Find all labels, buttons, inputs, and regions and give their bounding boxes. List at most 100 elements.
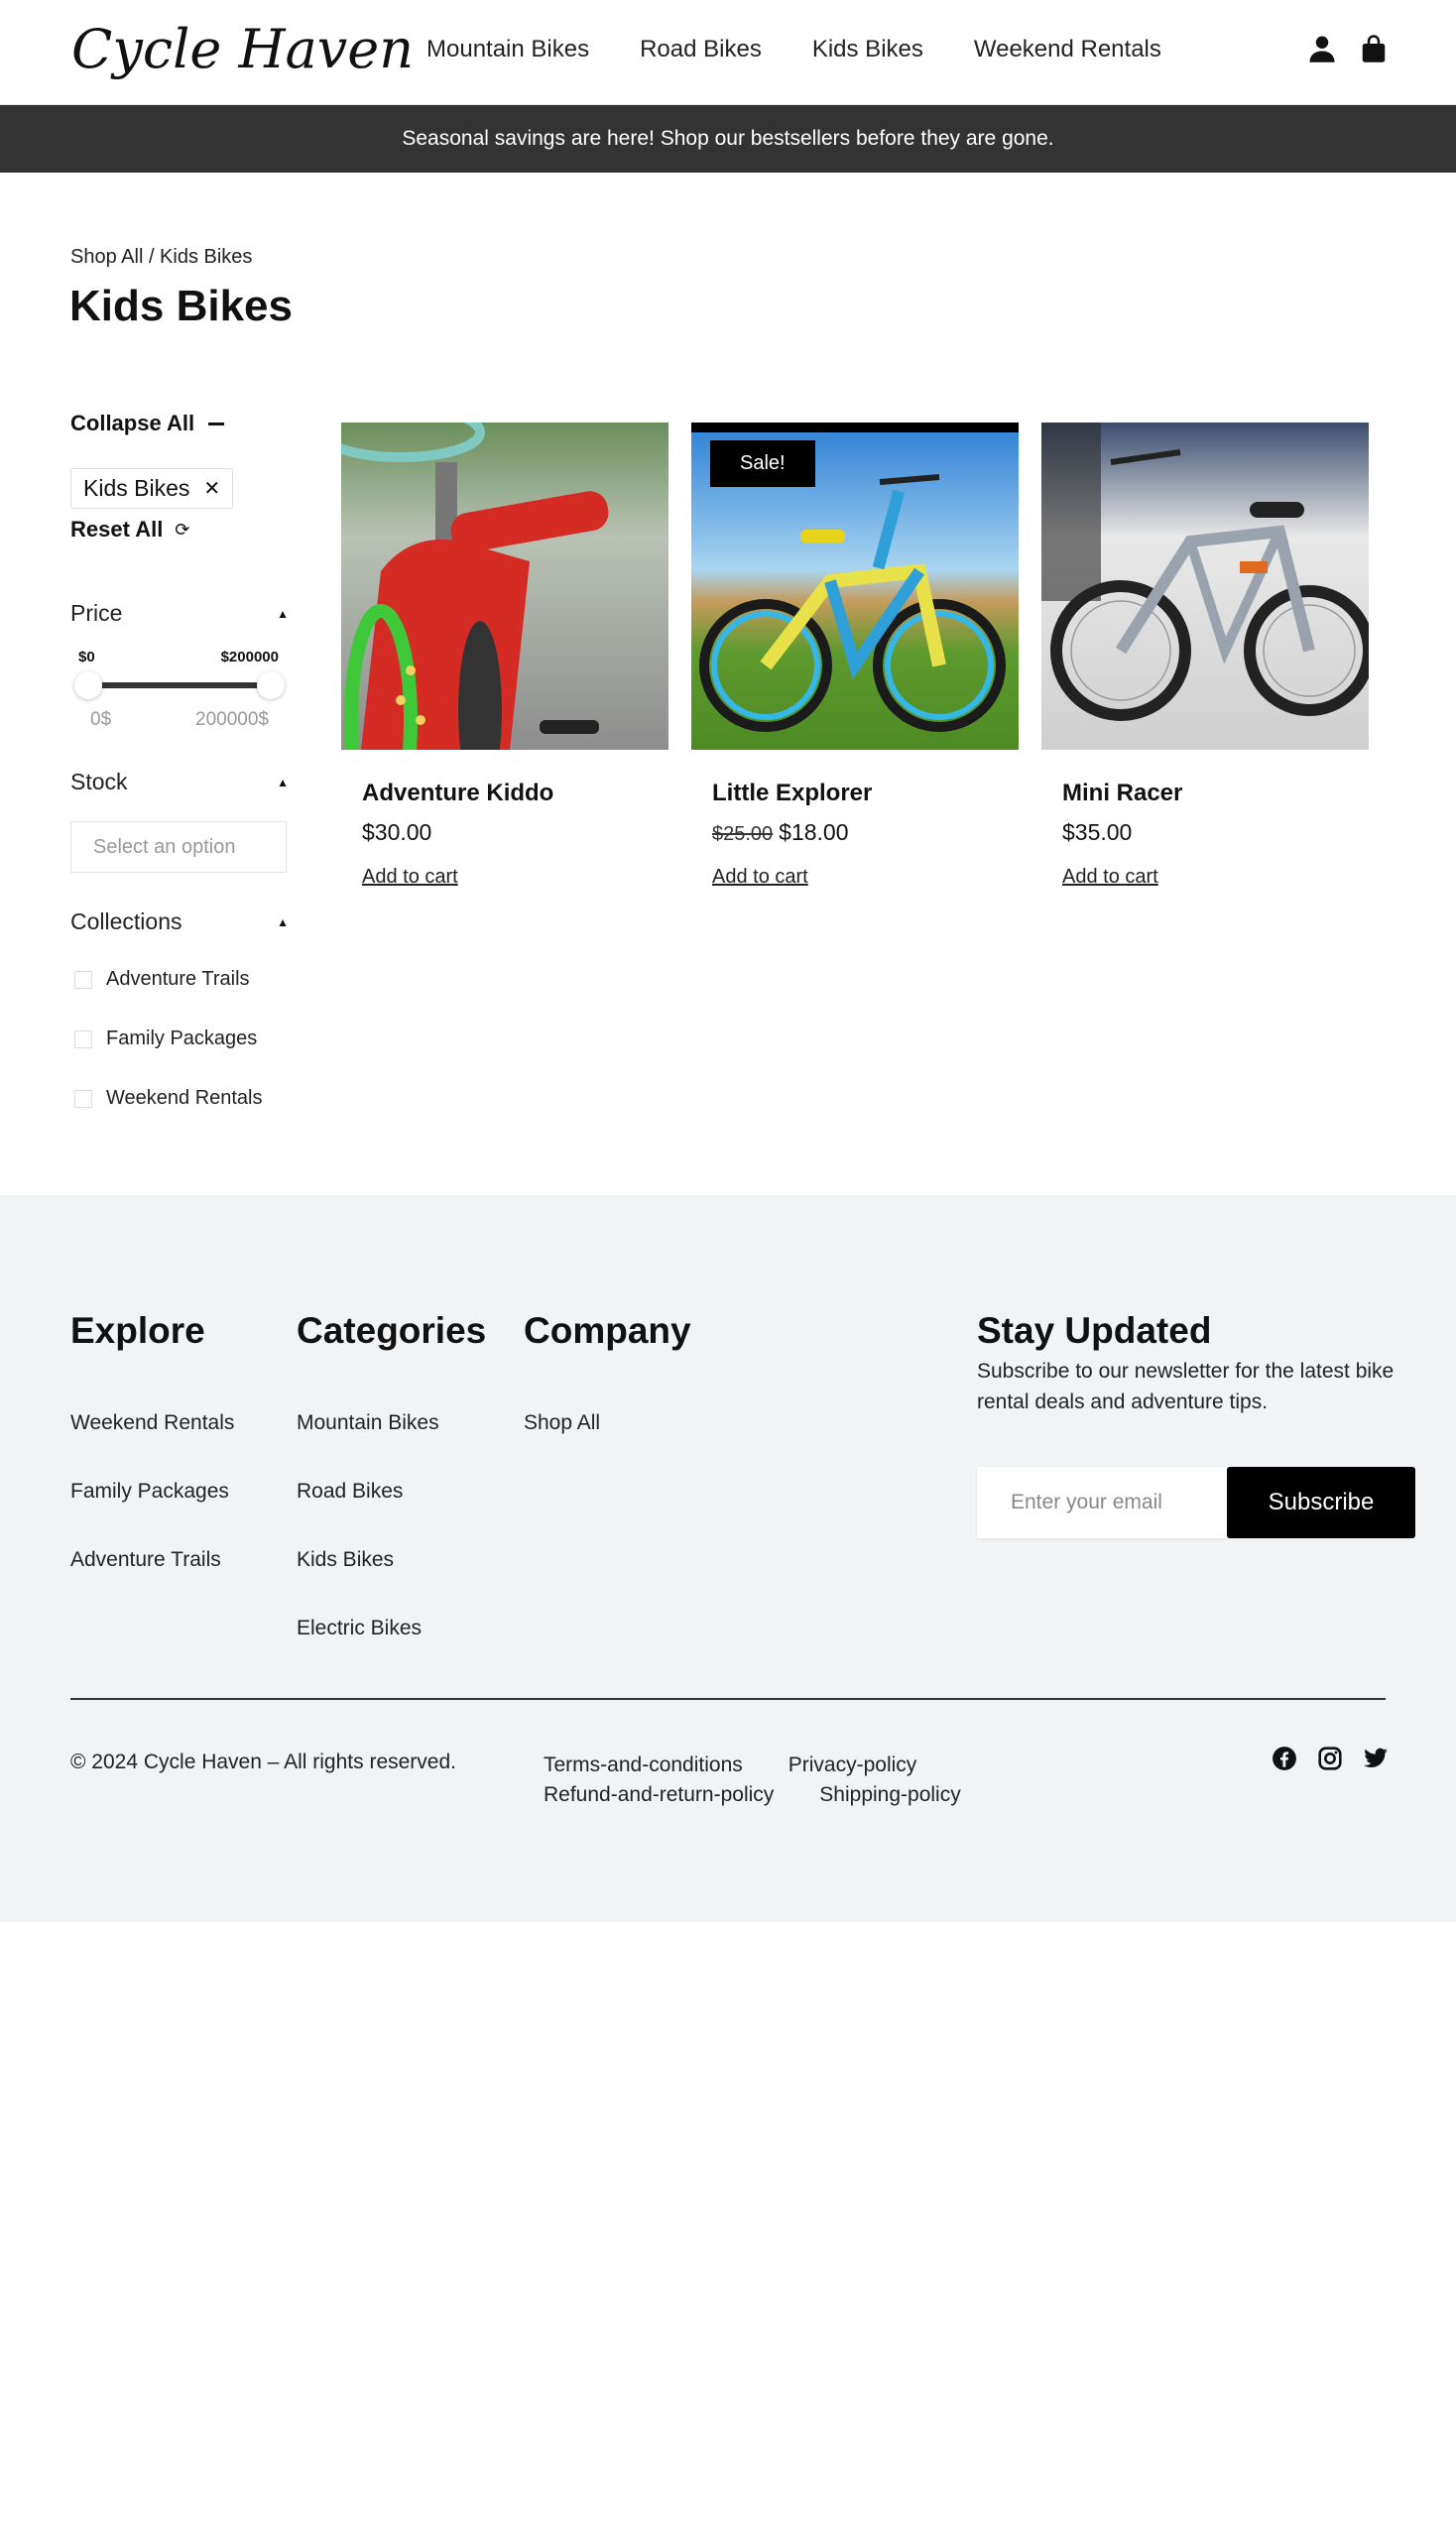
footer-link[interactable]: Mountain Bikes — [297, 1411, 486, 1435]
footer-categories-heading: Categories — [297, 1310, 487, 1351]
privacy-link[interactable]: Privacy-policy — [789, 1753, 917, 1776]
footer-link[interactable]: Electric Bikes — [297, 1617, 486, 1640]
header-icons — [1307, 34, 1389, 63]
collections-filter-header[interactable]: Collections ▲ — [70, 908, 289, 935]
stock-select[interactable]: Select an option — [70, 821, 287, 873]
footer-link[interactable]: Road Bikes — [297, 1480, 486, 1504]
chevron-up-icon: ▲ — [277, 606, 289, 621]
product-current-price: $35.00 — [1062, 819, 1133, 845]
product-current-price: $30.00 — [362, 819, 432, 845]
instagram-icon[interactable] — [1317, 1746, 1343, 1771]
shopping-bag-icon[interactable] — [1359, 34, 1389, 63]
collection-option-label: Adventure Trails — [106, 968, 250, 990]
collection-option[interactable]: Family Packages — [70, 1028, 289, 1050]
product-image[interactable]: Sale! — [691, 423, 1019, 750]
product-original-price: $25.00 — [712, 823, 774, 845]
footer-link[interactable]: Family Packages — [70, 1480, 234, 1504]
product-price: $30.00 — [362, 819, 668, 846]
checkbox[interactable] — [74, 1089, 92, 1108]
collection-option[interactable]: Adventure Trails — [70, 968, 289, 991]
main-nav: Mountain Bikes Road Bikes Kids Bikes Wee… — [426, 36, 1212, 63]
product-current-price: $18.00 — [779, 819, 849, 845]
twitter-icon[interactable] — [1363, 1746, 1389, 1771]
footer-explore-column: Explore Weekend Rentals Family Packages … — [70, 1310, 234, 1572]
price-min-label: $0 — [78, 649, 95, 665]
price-max-label: $200000 — [220, 649, 279, 665]
footer-link[interactable]: Shop All — [524, 1411, 691, 1435]
footer-divider — [70, 1698, 1386, 1700]
collections-filter-label: Collections — [70, 908, 182, 934]
logo[interactable]: Cycle Haven — [71, 18, 414, 80]
product-image[interactable] — [1041, 423, 1369, 750]
newsletter-text: Subscribe to our newsletter for the late… — [977, 1360, 1395, 1413]
add-to-cart-button[interactable]: Add to cart — [362, 866, 458, 889]
product-grid: Adventure Kiddo $30.00 Add to cart Sale!… — [341, 423, 1369, 889]
stock-filter-label: Stock — [70, 769, 128, 794]
price-min-handle[interactable] — [74, 671, 102, 699]
product-name[interactable]: Mini Racer — [1062, 780, 1369, 807]
user-icon[interactable] — [1307, 34, 1337, 63]
footer-company-heading: Company — [524, 1310, 691, 1351]
newsletter-heading: Stay Updated — [977, 1310, 1212, 1351]
copyright: © 2024 Cycle Haven – All rights reserved… — [70, 1751, 456, 1773]
refresh-icon: ⟳ — [175, 519, 190, 540]
product-image[interactable] — [341, 423, 668, 750]
newsletter: Stay Updated Subscribe to our newsletter… — [977, 1310, 1415, 1538]
product-name[interactable]: Adventure Kiddo — [362, 780, 668, 807]
collection-option-label: Weekend Rentals — [106, 1087, 263, 1109]
collection-option[interactable]: Weekend Rentals — [70, 1087, 289, 1110]
product-card[interactable]: Sale! Little Explorer $25.00 $18.00 Add t… — [691, 423, 1019, 889]
shipping-link[interactable]: Shipping-policy — [819, 1783, 960, 1806]
collapse-all-label: Collapse All — [70, 411, 195, 435]
site-footer: Explore Weekend Rentals Family Packages … — [0, 1195, 1456, 1922]
active-filter-chip[interactable]: Kids Bikes ✕ — [70, 468, 234, 509]
price-range-slider[interactable] — [70, 669, 289, 699]
terms-link[interactable]: Terms-and-conditions — [544, 1753, 743, 1776]
footer-categories-column: Categories Mountain Bikes Road Bikes Kid… — [297, 1310, 486, 1640]
product-card[interactable]: Mini Racer $35.00 Add to cart — [1041, 423, 1369, 889]
nav-weekend-rentals[interactable]: Weekend Rentals — [974, 36, 1161, 63]
price-range-values: 0$ 200000$ — [70, 709, 289, 731]
footer-link[interactable]: Adventure Trails — [70, 1548, 234, 1572]
breadcrumb[interactable]: Shop All / Kids Bikes — [70, 246, 252, 269]
add-to-cart-button[interactable]: Add to cart — [712, 866, 808, 889]
add-to-cart-button[interactable]: Add to cart — [1062, 866, 1158, 889]
price-range-track — [88, 682, 271, 688]
price-max-handle[interactable] — [257, 671, 285, 699]
refund-link[interactable]: Refund-and-return-policy — [544, 1783, 774, 1806]
footer-company-column: Company Shop All — [524, 1310, 691, 1435]
facebook-icon[interactable] — [1272, 1746, 1297, 1771]
price-filter-label: Price — [70, 600, 123, 626]
reset-all-button[interactable]: Reset All ⟳ — [70, 517, 289, 543]
newsletter-form: Enter your email Subscribe — [977, 1467, 1415, 1538]
price-min-value: 0$ — [90, 709, 112, 730]
price-filter-header[interactable]: Price ▲ — [70, 600, 289, 627]
email-field[interactable]: Enter your email — [977, 1467, 1227, 1538]
product-price: $25.00 $18.00 — [712, 819, 1019, 846]
collections-list: Adventure Trails Family Packages Weekend… — [70, 968, 289, 1110]
checkbox[interactable] — [74, 970, 92, 989]
subscribe-button[interactable]: Subscribe — [1227, 1467, 1415, 1538]
site-header: Cycle Haven Mountain Bikes Road Bikes Ki… — [0, 0, 1456, 105]
nav-kids-bikes[interactable]: Kids Bikes — [812, 36, 923, 63]
checkbox[interactable] — [74, 1029, 92, 1048]
social-links — [1272, 1746, 1389, 1771]
product-card[interactable]: Adventure Kiddo $30.00 Add to cart — [341, 423, 668, 889]
active-filter-label: Kids Bikes — [83, 475, 190, 501]
close-icon[interactable]: ✕ — [203, 476, 220, 501]
collapse-all-button[interactable]: Collapse All — [70, 411, 289, 436]
page-title: Kids Bikes — [69, 282, 293, 330]
legal-links: Terms-and-conditions Privacy-policy Refun… — [544, 1751, 1059, 1810]
product-name[interactable]: Little Explorer — [712, 780, 1019, 807]
filter-sidebar: Collapse All Kids Bikes ✕ Reset All ⟳ Pr… — [70, 411, 289, 1110]
product-price: $35.00 — [1062, 819, 1369, 846]
minus-icon — [208, 422, 225, 425]
footer-link[interactable]: Weekend Rentals — [70, 1411, 234, 1435]
nav-mountain-bikes[interactable]: Mountain Bikes — [426, 36, 589, 63]
price-max-value: 200000$ — [195, 709, 269, 730]
sale-badge: Sale! — [710, 440, 815, 487]
footer-link[interactable]: Kids Bikes — [297, 1548, 486, 1572]
stock-filter-header[interactable]: Stock ▲ — [70, 769, 289, 795]
announcement-bar: Seasonal savings are here! Shop our best… — [0, 105, 1456, 173]
nav-road-bikes[interactable]: Road Bikes — [640, 36, 762, 63]
